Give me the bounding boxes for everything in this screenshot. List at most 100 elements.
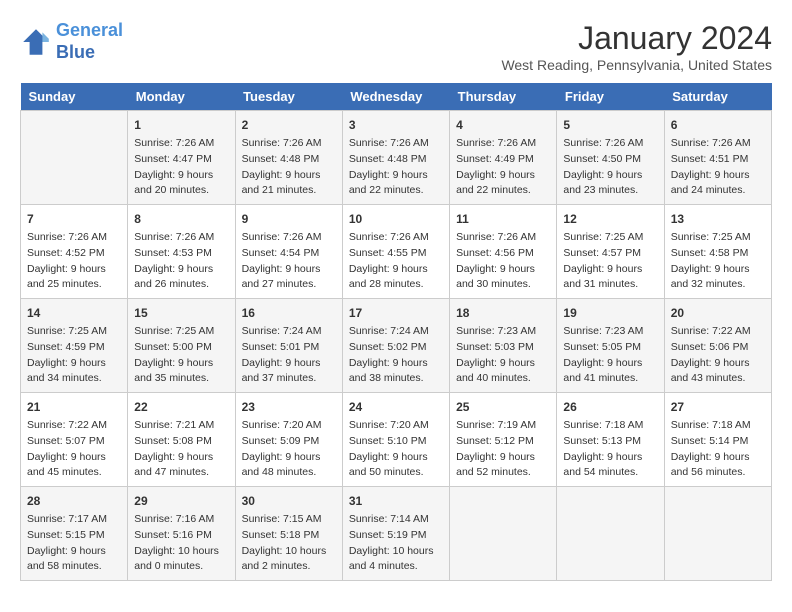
day-info: Sunrise: 7:26 AM Sunset: 4:49 PM Dayligh… [456,136,550,199]
day-number: 7 [27,210,121,228]
day-info: Sunrise: 7:14 AM Sunset: 5:19 PM Dayligh… [349,512,443,575]
day-info: Sunrise: 7:26 AM Sunset: 4:56 PM Dayligh… [456,230,550,293]
title-block: January 2024 West Reading, Pennsylvania,… [501,20,772,73]
header-day-monday: Monday [128,83,235,111]
day-info: Sunrise: 7:19 AM Sunset: 5:12 PM Dayligh… [456,418,550,481]
day-info: Sunrise: 7:26 AM Sunset: 4:53 PM Dayligh… [134,230,228,293]
calendar-week-row: 7 Sunrise: 7:26 AM Sunset: 4:52 PM Daylig… [21,205,772,299]
day-number: 4 [456,116,550,134]
calendar-cell: 27Sunrise: 7:18 AM Sunset: 5:14 PM Dayli… [664,393,771,487]
day-number: 27 [671,398,765,416]
day-info: Sunrise: 7:24 AM Sunset: 5:01 PM Dayligh… [242,324,336,387]
calendar-cell: 9Sunrise: 7:26 AM Sunset: 4:54 PM Daylig… [235,205,342,299]
day-info: Sunrise: 7:16 AM Sunset: 5:16 PM Dayligh… [134,512,228,575]
calendar-cell: 5 Sunrise: 7:26 AM Sunset: 4:50 PM Daylig… [557,111,664,205]
calendar-cell: 16 Sunrise: 7:24 AM Sunset: 5:01 PM Dayli… [235,299,342,393]
calendar-cell [664,487,771,581]
calendar-cell: 17 Sunrise: 7:24 AM Sunset: 5:02 PM Dayli… [342,299,449,393]
calendar-cell [21,111,128,205]
calendar-cell: 21 Sunrise: 7:22 AM Sunset: 5:07 PM Dayli… [21,393,128,487]
day-info: Sunrise: 7:26 AM Sunset: 4:54 PM Dayligh… [242,230,336,293]
day-info: Sunrise: 7:23 AM Sunset: 5:03 PM Dayligh… [456,324,550,387]
calendar-cell [450,487,557,581]
day-number: 18 [456,304,550,322]
calendar-cell: 18 Sunrise: 7:23 AM Sunset: 5:03 PM Dayli… [450,299,557,393]
header-day-thursday: Thursday [450,83,557,111]
day-number: 23 [242,398,336,416]
calendar-cell: 1 Sunrise: 7:26 AM Sunset: 4:47 PM Daylig… [128,111,235,205]
day-number: 10 [349,210,443,228]
calendar-cell: 8 Sunrise: 7:26 AM Sunset: 4:53 PM Daylig… [128,205,235,299]
day-number: 1 [134,116,228,134]
day-number: 8 [134,210,228,228]
day-info: Sunrise: 7:25 AM Sunset: 5:00 PM Dayligh… [134,324,228,387]
calendar-cell: 6Sunrise: 7:26 AM Sunset: 4:51 PM Daylig… [664,111,771,205]
calendar-cell: 14 Sunrise: 7:25 AM Sunset: 4:59 PM Dayli… [21,299,128,393]
day-number: 21 [27,398,121,416]
calendar-cell: 2 Sunrise: 7:26 AM Sunset: 4:48 PM Daylig… [235,111,342,205]
calendar-cell: 31 Sunrise: 7:14 AM Sunset: 5:19 PM Dayli… [342,487,449,581]
calendar-cell: 24Sunrise: 7:20 AM Sunset: 5:10 PM Dayli… [342,393,449,487]
day-number: 30 [242,492,336,510]
header-day-wednesday: Wednesday [342,83,449,111]
day-number: 15 [134,304,228,322]
day-number: 22 [134,398,228,416]
calendar-cell: 11Sunrise: 7:26 AM Sunset: 4:56 PM Dayli… [450,205,557,299]
logo-text: General Blue [56,20,123,63]
day-info: Sunrise: 7:25 AM Sunset: 4:57 PM Dayligh… [563,230,657,293]
day-info: Sunrise: 7:23 AM Sunset: 5:05 PM Dayligh… [563,324,657,387]
page-title: January 2024 [501,20,772,57]
day-number: 5 [563,116,657,134]
day-number: 2 [242,116,336,134]
calendar-table: SundayMondayTuesdayWednesdayThursdayFrid… [20,83,772,581]
calendar-cell: 26Sunrise: 7:18 AM Sunset: 5:13 PM Dayli… [557,393,664,487]
calendar-cell: 29 Sunrise: 7:16 AM Sunset: 5:16 PM Dayli… [128,487,235,581]
day-number: 20 [671,304,765,322]
calendar-header-row: SundayMondayTuesdayWednesdayThursdayFrid… [21,83,772,111]
day-info: Sunrise: 7:17 AM Sunset: 5:15 PM Dayligh… [27,512,121,575]
calendar-cell [557,487,664,581]
calendar-cell: 19 Sunrise: 7:23 AM Sunset: 5:05 PM Dayli… [557,299,664,393]
day-info: Sunrise: 7:25 AM Sunset: 4:58 PM Dayligh… [671,230,765,293]
day-number: 3 [349,116,443,134]
day-info: Sunrise: 7:25 AM Sunset: 4:59 PM Dayligh… [27,324,121,387]
day-info: Sunrise: 7:22 AM Sunset: 5:07 PM Dayligh… [27,418,121,481]
day-info: Sunrise: 7:24 AM Sunset: 5:02 PM Dayligh… [349,324,443,387]
day-number: 13 [671,210,765,228]
calendar-cell: 3 Sunrise: 7:26 AM Sunset: 4:48 PM Daylig… [342,111,449,205]
calendar-cell: 22Sunrise: 7:21 AM Sunset: 5:08 PM Dayli… [128,393,235,487]
day-info: Sunrise: 7:26 AM Sunset: 4:48 PM Dayligh… [242,136,336,199]
calendar-cell: 20 Sunrise: 7:22 AM Sunset: 5:06 PM Dayli… [664,299,771,393]
day-number: 31 [349,492,443,510]
day-number: 17 [349,304,443,322]
logo-icon [20,26,52,58]
logo: General Blue [20,20,123,63]
day-info: Sunrise: 7:20 AM Sunset: 5:10 PM Dayligh… [349,418,443,481]
calendar-cell: 15 Sunrise: 7:25 AM Sunset: 5:00 PM Dayli… [128,299,235,393]
day-number: 12 [563,210,657,228]
day-number: 16 [242,304,336,322]
day-number: 28 [27,492,121,510]
day-info: Sunrise: 7:26 AM Sunset: 4:52 PM Dayligh… [27,230,121,293]
calendar-cell: 23 Sunrise: 7:20 AM Sunset: 5:09 PM Dayli… [235,393,342,487]
header-day-tuesday: Tuesday [235,83,342,111]
day-info: Sunrise: 7:26 AM Sunset: 4:47 PM Dayligh… [134,136,228,199]
calendar-cell: 13 Sunrise: 7:25 AM Sunset: 4:58 PM Dayli… [664,205,771,299]
day-info: Sunrise: 7:20 AM Sunset: 5:09 PM Dayligh… [242,418,336,481]
day-number: 25 [456,398,550,416]
day-info: Sunrise: 7:26 AM Sunset: 4:50 PM Dayligh… [563,136,657,199]
calendar-cell: 30Sunrise: 7:15 AM Sunset: 5:18 PM Dayli… [235,487,342,581]
calendar-cell: 25 Sunrise: 7:19 AM Sunset: 5:12 PM Dayli… [450,393,557,487]
header-day-sunday: Sunday [21,83,128,111]
calendar-cell: 7 Sunrise: 7:26 AM Sunset: 4:52 PM Daylig… [21,205,128,299]
day-number: 14 [27,304,121,322]
header-day-saturday: Saturday [664,83,771,111]
day-number: 26 [563,398,657,416]
calendar-week-row: 1 Sunrise: 7:26 AM Sunset: 4:47 PM Daylig… [21,111,772,205]
day-info: Sunrise: 7:26 AM Sunset: 4:48 PM Dayligh… [349,136,443,199]
calendar-week-row: 14 Sunrise: 7:25 AM Sunset: 4:59 PM Dayli… [21,299,772,393]
header-day-friday: Friday [557,83,664,111]
day-info: Sunrise: 7:22 AM Sunset: 5:06 PM Dayligh… [671,324,765,387]
day-number: 19 [563,304,657,322]
day-number: 29 [134,492,228,510]
